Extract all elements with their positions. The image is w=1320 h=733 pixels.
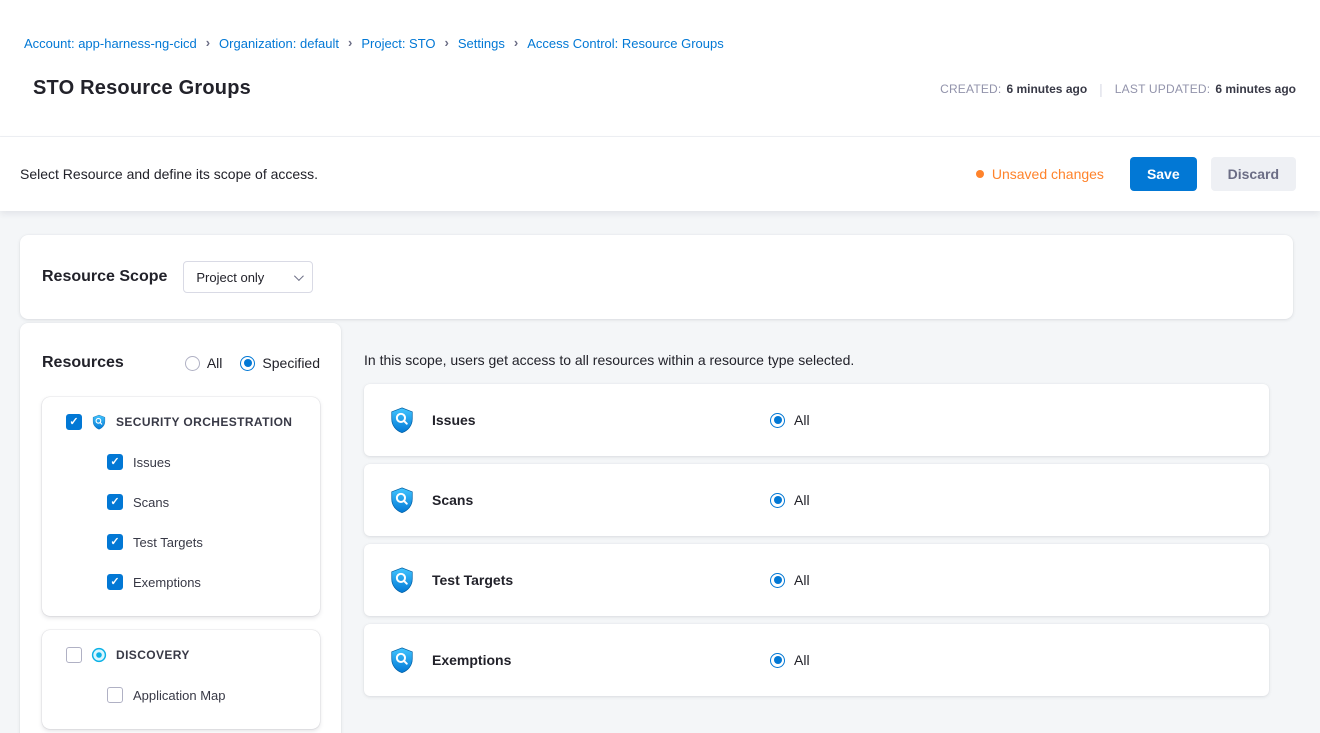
resource-row-label: Exemptions — [432, 652, 770, 668]
sto-shield-icon — [388, 564, 416, 596]
checkbox-scans[interactable] — [107, 494, 123, 510]
access-all-option[interactable]: All — [770, 492, 810, 508]
radio-specified-icon[interactable] — [240, 356, 255, 371]
sto-shield-icon — [388, 644, 416, 676]
unsaved-changes-label: Unsaved changes — [992, 166, 1104, 182]
resources-title: Resources — [42, 354, 167, 372]
main-content: Resource Scope Project only Resources Al… — [0, 211, 1320, 733]
toolbar-description: Select Resource and define its scope of … — [20, 166, 318, 182]
resources-header: Resources All Specified — [42, 353, 320, 373]
sto-shield-icon — [388, 404, 416, 436]
group-title: DISCOVERY — [116, 648, 190, 662]
created-value: 6 minutes ago — [1006, 82, 1087, 96]
created-label: CREATED: — [940, 82, 1001, 96]
toolbar: Select Resource and define its scope of … — [0, 137, 1320, 211]
discard-button[interactable]: Discard — [1211, 157, 1296, 191]
discovery-icon — [91, 647, 107, 663]
columns: Resources All Specified SECUR — [20, 323, 1293, 733]
access-all-label: All — [794, 412, 810, 428]
resource-item-label: Test Targets — [133, 535, 203, 550]
checkbox-test-targets[interactable] — [107, 534, 123, 550]
resource-item-label: Scans — [133, 495, 169, 510]
radio-all-icon[interactable] — [770, 413, 785, 428]
resources-radio-all[interactable]: All — [185, 355, 223, 371]
toolbar-actions: Unsaved changes Save Discard — [976, 157, 1296, 191]
page-header: Account: app-harness-ng-cicd › Organizat… — [0, 0, 1320, 137]
access-all-option[interactable]: All — [770, 652, 810, 668]
unsaved-dot-icon — [976, 170, 984, 178]
breadcrumb-account-link[interactable]: Account: app-harness-ng-cicd — [24, 36, 197, 52]
scope-description: In this scope, users get access to all r… — [364, 352, 1269, 368]
radio-specified-label: Specified — [262, 355, 320, 371]
resource-row-label: Issues — [432, 412, 770, 428]
breadcrumb-organization-link[interactable]: Organization: default — [219, 36, 339, 52]
breadcrumb-access-control-link[interactable]: Access Control: Resource Groups — [527, 36, 724, 52]
breadcrumb: Account: app-harness-ng-cicd › Organizat… — [24, 36, 1296, 52]
unsaved-changes-indicator: Unsaved changes — [976, 166, 1104, 182]
radio-all-icon[interactable] — [770, 573, 785, 588]
breadcrumb-settings-link[interactable]: Settings — [458, 36, 505, 52]
resource-row-label: Test Targets — [432, 572, 770, 588]
resource-row-exemptions: Exemptions All — [364, 624, 1269, 696]
breadcrumb-chevron-icon: › — [348, 35, 352, 51]
resource-group-security-orchestration: SECURITY ORCHESTRATION Issues Scans Test… — [42, 397, 320, 616]
chevron-down-icon — [294, 271, 304, 281]
resource-row-scans: Scans All — [364, 464, 1269, 536]
breadcrumb-chevron-icon: › — [206, 35, 210, 51]
updated-value: 6 minutes ago — [1215, 82, 1296, 96]
resource-row-test-targets: Test Targets All — [364, 544, 1269, 616]
resource-scope-dropdown[interactable]: Project only — [183, 261, 313, 293]
resource-item-exemptions: Exemptions — [107, 574, 302, 590]
checkbox-issues[interactable] — [107, 454, 123, 470]
meta-divider: | — [1099, 81, 1103, 97]
resource-item-label: Exemptions — [133, 575, 201, 590]
resources-radio-specified[interactable]: Specified — [240, 355, 320, 371]
resource-scope-card: Resource Scope Project only — [20, 235, 1293, 319]
breadcrumb-project-link[interactable]: Project: STO — [361, 36, 435, 52]
access-all-label: All — [794, 572, 810, 588]
resource-item-label: Issues — [133, 455, 171, 470]
access-all-label: All — [794, 492, 810, 508]
meta-timestamps: CREATED: 6 minutes ago | LAST UPDATED: 6… — [940, 81, 1296, 97]
group-header: SECURITY ORCHESTRATION — [66, 414, 302, 430]
group-title: SECURITY ORCHESTRATION — [116, 415, 292, 429]
page-title: STO Resource Groups — [33, 77, 251, 100]
resource-item-issues: Issues — [107, 454, 302, 470]
resource-item-application-map: Application Map — [107, 687, 302, 703]
access-all-label: All — [794, 652, 810, 668]
resource-row-label: Scans — [432, 492, 770, 508]
resource-item-label: Application Map — [133, 688, 226, 703]
updated-label: LAST UPDATED: — [1115, 82, 1211, 96]
resource-scope-selected-value: Project only — [196, 270, 264, 285]
resources-panel: Resources All Specified SECUR — [20, 323, 341, 733]
access-all-option[interactable]: All — [770, 572, 810, 588]
access-all-option[interactable]: All — [770, 412, 810, 428]
resource-groups-page: Account: app-harness-ng-cicd › Organizat… — [0, 0, 1320, 733]
radio-all-label: All — [207, 355, 223, 371]
resource-scope-label: Resource Scope — [42, 268, 167, 286]
checkbox-exemptions[interactable] — [107, 574, 123, 590]
title-row: STO Resource Groups CREATED: 6 minutes a… — [24, 77, 1296, 100]
resource-item-scans: Scans — [107, 494, 302, 510]
breadcrumb-chevron-icon: › — [445, 35, 449, 51]
save-button[interactable]: Save — [1130, 157, 1197, 191]
radio-all-icon[interactable] — [770, 493, 785, 508]
resource-row-issues: Issues All — [364, 384, 1269, 456]
checkbox-application-map[interactable] — [107, 687, 123, 703]
sto-shield-icon — [388, 484, 416, 516]
resource-item-test-targets: Test Targets — [107, 534, 302, 550]
breadcrumb-chevron-icon: › — [514, 35, 518, 51]
checkbox-security-orchestration[interactable] — [66, 414, 82, 430]
resource-group-discovery: DISCOVERY Application Map — [42, 630, 320, 729]
checkbox-discovery[interactable] — [66, 647, 82, 663]
sto-shield-icon — [91, 414, 107, 430]
radio-all-icon[interactable] — [770, 653, 785, 668]
group-header: DISCOVERY — [66, 647, 302, 663]
radio-all-icon[interactable] — [185, 356, 200, 371]
scope-details: In this scope, users get access to all r… — [364, 323, 1293, 704]
